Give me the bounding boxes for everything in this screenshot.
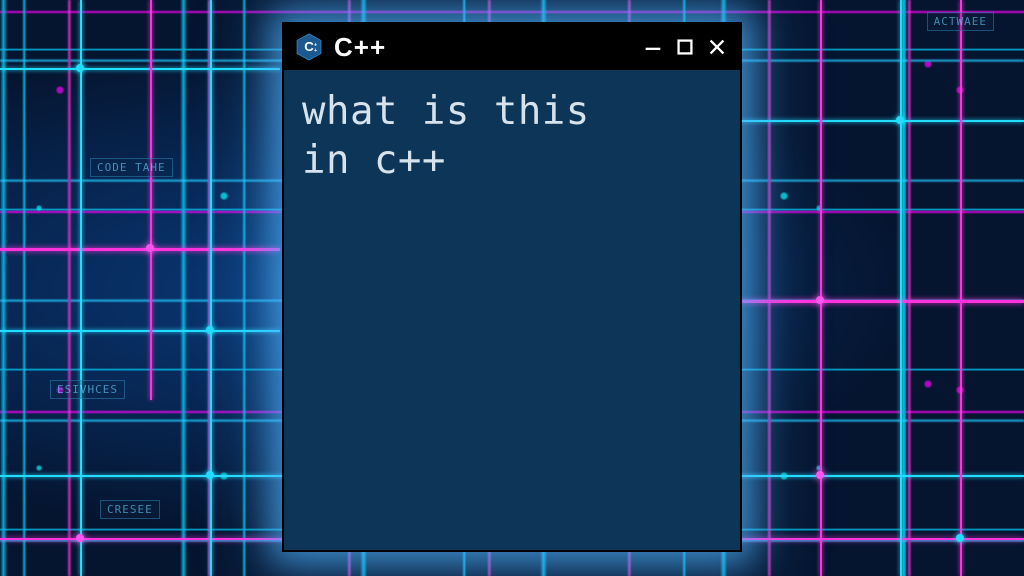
cpp-hex-icon: C + + <box>294 32 324 62</box>
terminal-window: C + + C++ what is this in c++ <box>282 22 742 552</box>
bg-chip-label: ESIVHCES <box>50 380 125 399</box>
terminal-line-2: in c++ <box>302 138 446 183</box>
terminal-body[interactable]: what is this in c++ <box>284 70 740 550</box>
maximize-button[interactable] <box>672 34 698 60</box>
svg-text:C: C <box>304 39 314 54</box>
svg-text:+: + <box>314 42 317 48</box>
bg-chip-label: CODE TAHE <box>90 158 173 177</box>
bg-chip-label: CRESEE <box>100 500 160 519</box>
svg-text:+: + <box>314 48 317 54</box>
bg-chip-label: ACTWAEE <box>927 12 994 31</box>
terminal-line-1: what is this <box>302 89 590 134</box>
window-title: C++ <box>334 32 386 63</box>
minimize-button[interactable] <box>640 34 666 60</box>
window-controls <box>640 34 730 60</box>
window-titlebar[interactable]: C + + C++ <box>284 24 740 70</box>
close-button[interactable] <box>704 34 730 60</box>
